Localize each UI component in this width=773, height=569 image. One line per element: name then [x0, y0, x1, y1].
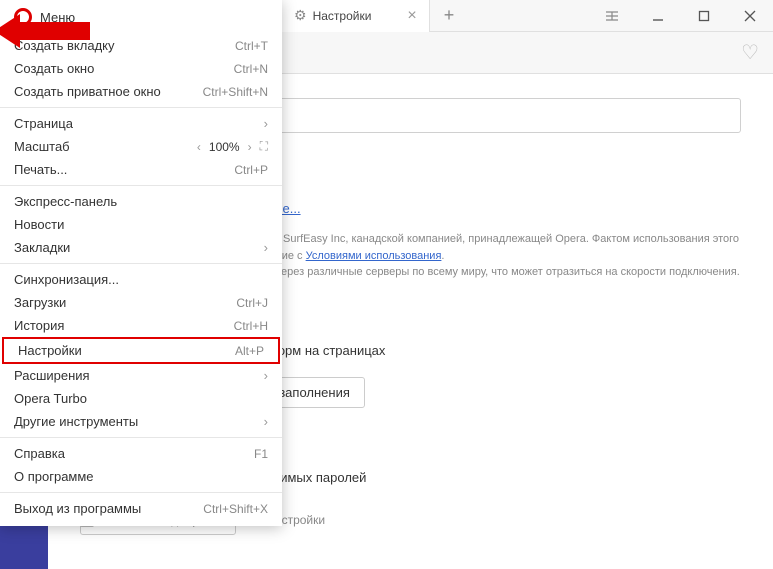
menu-about[interactable]: О программе	[0, 465, 282, 488]
menu-print[interactable]: Печать... Ctrl+P	[0, 158, 282, 181]
new-tab-button[interactable]: +	[430, 5, 469, 26]
menu-history[interactable]: История Ctrl+H	[0, 314, 282, 337]
window-controls	[589, 0, 773, 32]
zoom-value: 100%	[209, 140, 240, 154]
menu-new-private[interactable]: Создать приватное окно Ctrl+Shift+N	[0, 80, 282, 103]
menu-bookmarks[interactable]: Закладки ›	[0, 236, 282, 259]
chevron-right-icon: ›	[264, 116, 268, 131]
chevron-right-icon[interactable]: ›	[248, 140, 252, 154]
menu-sync[interactable]: Синхронизация...	[0, 268, 282, 291]
tab-settings[interactable]: ⚙ Настройки ×	[282, 0, 430, 32]
chevron-right-icon: ›	[264, 414, 268, 429]
menu-downloads[interactable]: Загрузки Ctrl+J	[0, 291, 282, 314]
menu-speed-dial[interactable]: Экспресс-панель	[0, 190, 282, 213]
menu-help[interactable]: Справка F1	[0, 442, 282, 465]
menu-news[interactable]: Новости	[0, 213, 282, 236]
maximize-icon[interactable]	[681, 0, 727, 32]
tab-title: Настройки	[313, 9, 372, 23]
heart-icon[interactable]: ♡	[741, 40, 759, 65]
tab-overview-icon[interactable]	[589, 0, 635, 32]
main-menu: Меню Создать вкладку Ctrl+T Создать окно…	[0, 0, 282, 526]
menu-other-tools[interactable]: Другие инструменты ›	[0, 410, 282, 433]
gear-icon: ⚙	[294, 7, 307, 24]
menu-page[interactable]: Страница ›	[0, 112, 282, 135]
menu-zoom[interactable]: Масштаб ‹ 100% › ⛶	[0, 135, 282, 158]
red-arrow-callout	[86, 14, 90, 48]
menu-extensions[interactable]: Расширения ›	[0, 364, 282, 387]
vpn-terms-link[interactable]: Условиями использования	[306, 250, 442, 262]
fullscreen-icon[interactable]: ⛶	[260, 139, 268, 154]
menu-new-window[interactable]: Создать окно Ctrl+N	[0, 57, 282, 80]
menu-exit[interactable]: Выход из программы Ctrl+Shift+X	[0, 497, 282, 520]
close-window-icon[interactable]	[727, 0, 773, 32]
chevron-right-icon: ›	[264, 240, 268, 255]
chevron-right-icon: ›	[264, 368, 268, 383]
menu-settings[interactable]: Настройки Alt+P	[2, 337, 280, 364]
close-icon[interactable]: ×	[407, 8, 416, 24]
menu-opera-turbo[interactable]: Opera Turbo	[0, 387, 282, 410]
minimize-icon[interactable]	[635, 0, 681, 32]
chevron-left-icon[interactable]: ‹	[197, 140, 201, 154]
